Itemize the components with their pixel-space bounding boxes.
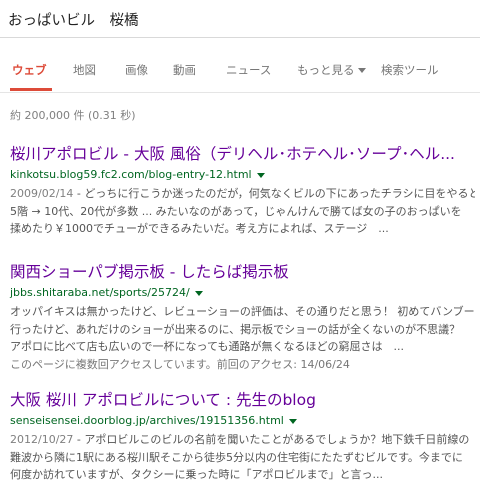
result-stats: 約 200,000 件 (0.31 秒) [10, 109, 136, 122]
snippet-line: 2012/10/27 - アポロビルこのビルの名前を聞いたことがあるでしょうか？… [10, 431, 475, 449]
tab-more-label: もっと見る [297, 63, 355, 77]
dropdown-arrow-icon[interactable] [194, 290, 203, 296]
snippet-text: - どっちに行こうか迷ったのだが，何気なくビルの下にあったチラシに目をやると [73, 187, 475, 200]
result-snippet: オッパイキスは無かったけど、レビューショーの評価は、その通りだと思う！ 初めてバ… [10, 303, 475, 356]
tab-images[interactable]: 画像 [125, 62, 148, 78]
tab-more[interactable]: もっと見る [297, 62, 366, 78]
result-title-link[interactable]: 桜川アポロビル - 大阪 風俗（デリヘル･ホテヘル･ソープ･ヘル... [10, 144, 475, 164]
chevron-down-icon [357, 68, 366, 73]
result-url: kinkotsu.blog59.fc2.com/blog-entry-12.ht… [10, 167, 475, 183]
result-url-text: jbbs.shitaraba.net/sports/25724/ [10, 286, 190, 299]
search-tabs: ウェブ 地図 画像 動画 ニュース もっと見る 検索ツール [0, 48, 480, 93]
search-result: 関西ショーパブ掲示板 - したらば掲示板 jbbs.shitaraba.net/… [10, 262, 475, 373]
tab-web[interactable]: ウェブ [12, 62, 47, 78]
tab-news[interactable]: ニュース [226, 62, 271, 78]
snippet-line: 5階 → 10代、20代が多数 ... みたいなのがあって，じゃんけんで勝てば女… [10, 204, 462, 218]
search-result: 大阪 桜川 アポロビルについて : 先生のblog senseisensei.d… [10, 390, 475, 484]
snippet-line: 何度か訪れていますが、タクシーに乗った時に「アポロビルまで」と言っ... [10, 468, 383, 481]
tab-videos[interactable]: 動画 [173, 62, 196, 78]
tab-maps[interactable]: 地図 [73, 62, 96, 78]
search-bar [0, 0, 480, 38]
result-snippet: 2012/10/27 - アポロビルこのビルの名前を聞いたことがあるでしょうか？… [10, 431, 475, 484]
result-url-text: kinkotsu.blog59.fc2.com/blog-entry-12.ht… [10, 168, 252, 181]
result-date: 2012/10/27 [10, 433, 74, 446]
search-result: 桜川アポロビル - 大阪 風俗（デリヘル･ホテヘル･ソープ･ヘル... kink… [10, 144, 475, 238]
tab-search-tools[interactable]: 検索ツール [381, 62, 439, 78]
result-url: senseisensei.doorblog.jp/archives/191513… [10, 413, 475, 429]
dropdown-arrow-icon[interactable] [288, 418, 297, 424]
result-snippet: 2009/02/14 - どっちに行こうか迷ったのだが，何気なくビルの下にあった… [10, 185, 475, 238]
result-title-link[interactable]: 大阪 桜川 アポロビルについて : 先生のblog [10, 390, 475, 410]
dropdown-arrow-icon[interactable] [256, 172, 265, 178]
snippet-line: 2009/02/14 - どっちに行こうか迷ったのだが，何気なくビルの下にあった… [10, 185, 475, 203]
result-date: 2009/02/14 [10, 187, 74, 200]
snippet-line: アポロに比べて店も広いので一杯になっても通路が無くなるほどの窮屈さは ... [10, 340, 404, 353]
active-tab-indicator [10, 88, 52, 91]
snippet-line: 難波から隣に1駅にある桜川駅そこから徒歩5分以内の住宅街にたたずむビルです。今ま… [10, 450, 463, 464]
snippet-line: オッパイキスは無かったけど、レビューショーの評価は、その通りだと思う！ 初めてバ… [10, 305, 475, 318]
snippet-line: 揉めたり￥1000でチューができるみたいだ。考え方によれば、ステージ ... [10, 222, 389, 235]
result-url-text: senseisensei.doorblog.jp/archives/191513… [10, 414, 284, 427]
visited-note: このページに複数回アクセスしています。前回のアクセス: 14/06/24 [10, 357, 350, 371]
result-url: jbbs.shitaraba.net/sports/25724/ [10, 285, 475, 301]
snippet-line: 行ったけど、あれだけのショーが出来るのに、掲示板でショーの話が全くないのが不思議… [10, 322, 461, 336]
snippet-text: - アポロビルこのビルの名前を聞いたことがあるでしょうか？地下鉄千日前線の [73, 433, 470, 446]
search-input[interactable] [8, 6, 468, 32]
result-title-link[interactable]: 関西ショーパブ掲示板 - したらば掲示板 [10, 262, 475, 282]
